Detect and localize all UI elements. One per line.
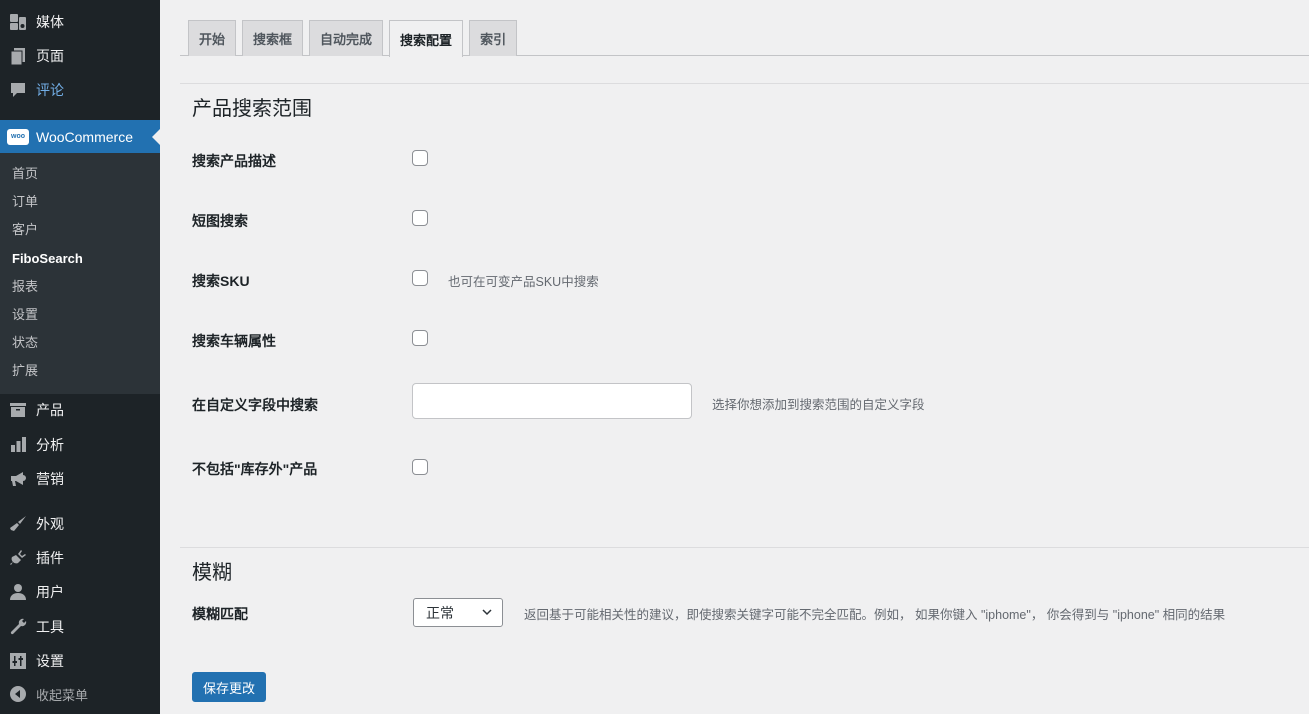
menu-label: 用户 [36,584,64,600]
menu-label: 产品 [36,402,64,418]
menu-label: 插件 [36,550,64,566]
label-fuzzy-matching: 模糊匹配 [192,606,248,622]
menu-item-products[interactable]: 产品 [0,393,160,427]
comments-icon [0,73,36,107]
menu-item-users[interactable]: 用户 [0,575,160,609]
menu-label: 设置 [36,653,64,669]
tab-search-bar[interactable]: 搜索框 [242,20,304,56]
woo-badge: woo [7,128,29,145]
current-menu-arrow [152,129,160,145]
submenu-item-fibosearch[interactable]: FiboSearch [0,245,160,273]
tab-index[interactable]: 索引 [469,20,518,56]
products-icon [0,393,36,427]
menu-label: 营销 [36,471,64,487]
menu-label: 媒体 [36,14,64,30]
admin-sidebar: 媒体 页面 评论 woo WooCommerce 首页 订单 客户 FiboSe… [0,0,160,714]
menu-label: 分析 [36,437,64,453]
menu-label: 工具 [36,619,64,635]
menu-label: 收起菜单 [36,687,89,703]
settings-icon [0,644,36,678]
label-exclude-out-of-stock: 不包括"库存外"产品 [192,461,318,477]
media-icon [0,5,36,39]
fuzzy-matching-select[interactable]: 正常 [413,598,503,627]
collapse-icon [0,677,36,711]
menu-item-pages[interactable]: 页面 [0,39,160,73]
checkbox-short-description[interactable] [412,210,428,226]
submenu-item-reports[interactable]: 报表 [0,273,160,301]
pages-icon [0,39,36,73]
woocommerce-submenu: 首页 订单 客户 FiboSearch 报表 设置 状态 扩展 [0,153,160,394]
settings-tabs: 开始 搜索框 自动完成 搜索配置 索引 [188,20,523,57]
checkbox-search-attributes[interactable] [412,330,428,346]
users-icon [0,575,36,609]
tab-autocomplete[interactable]: 自动完成 [309,20,384,56]
analytics-icon [0,428,36,462]
description-search-sku: 也可在可变产品SKU中搜索 [448,275,599,289]
menu-item-marketing[interactable]: 营销 [0,462,160,496]
menu-label: 页面 [36,48,64,64]
section-title-scope: 产品搜索范围 [192,98,312,120]
submenu-item-extensions[interactable]: 扩展 [0,357,160,385]
save-changes-button[interactable]: 保存更改 [192,672,266,702]
menu-label: 评论 [36,82,64,98]
menu-item-plugins[interactable]: 插件 [0,541,160,575]
tab-search-config[interactable]: 搜索配置 [389,20,464,57]
section-title-fuzzy: 模糊 [192,562,232,584]
section-divider [180,547,1309,548]
plugins-icon [0,541,36,575]
description-fuzzy-matching: 返回基于可能相关性的建议，即使搜索关键字可能不完全匹配。例如， 如果你键入 "i… [524,608,1226,622]
checkbox-search-description[interactable] [412,150,428,166]
checkbox-search-sku[interactable] [412,270,428,286]
menu-item-woocommerce[interactable]: woo WooCommerce [0,120,160,153]
description-custom-fields: 选择你想添加到搜索范围的自定义字段 [712,398,925,412]
menu-item-media[interactable]: 媒体 [0,5,160,39]
submenu-item-customers[interactable]: 客户 [0,216,160,244]
fuzzy-selected-value: 正常 [426,604,454,621]
submenu-item-home[interactable]: 首页 [0,160,160,188]
label-search-description: 搜索产品描述 [192,153,276,169]
menu-item-comments[interactable]: 评论 [0,73,160,107]
menu-item-tools[interactable]: 工具 [0,610,160,644]
submenu-item-orders[interactable]: 订单 [0,188,160,216]
menu-label: 外观 [36,516,64,532]
collapse-menu-button[interactable]: 收起菜单 [0,677,160,711]
menu-item-settings[interactable]: 设置 [0,644,160,678]
label-custom-fields: 在自定义字段中搜索 [192,397,318,413]
marketing-icon [0,462,36,496]
menu-item-appearance[interactable]: 外观 [0,507,160,541]
appearance-icon [0,507,36,541]
section-divider [180,83,1309,84]
submenu-item-status[interactable]: 状态 [0,329,160,357]
submenu-item-settings[interactable]: 设置 [0,301,160,329]
label-search-attributes: 搜索车辆属性 [192,333,276,349]
menu-item-analytics[interactable]: 分析 [0,428,160,462]
label-search-sku: 搜索SKU [192,273,250,289]
checkbox-exclude-out-of-stock[interactable] [412,459,428,475]
tab-start[interactable]: 开始 [188,20,237,56]
label-short-description: 短图搜索 [192,213,248,229]
tools-icon [0,610,36,644]
menu-label: WooCommerce [36,128,133,145]
chevron-down-icon [482,609,492,616]
custom-fields-input[interactable] [412,383,692,419]
woocommerce-icon: woo [0,128,36,145]
